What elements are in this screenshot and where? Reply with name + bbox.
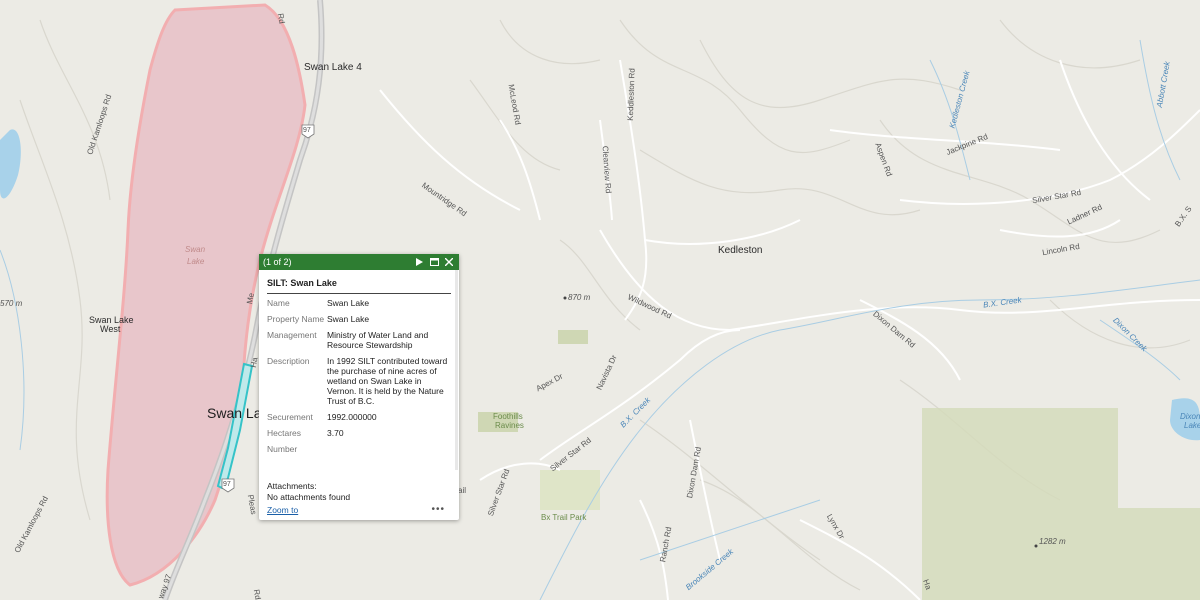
label-foothills-2: Ravines [495,421,524,430]
attribute-value: In 1992 SILT contributed toward the purc… [327,356,448,406]
popup-scrollbar[interactable] [455,270,458,470]
label-rd-top: Rd [275,12,287,25]
attribute-label: Hectares [267,428,302,438]
attachments-section: Attachments: No attachments found [267,481,350,503]
attribute-label: Name [267,298,290,308]
attribute-value: 3.70 [327,428,344,438]
attribute-row: Description In 1992 SILT contributed towa… [267,356,451,406]
label-ha-fragment: Ha [248,356,260,369]
attribute-row: Securement 1992.000000 [267,412,451,422]
label-elev-870: 870 m [568,293,591,302]
popup-title: SILT: Swan Lake [267,278,451,294]
popup-attributes: Name Swan Lake Property Name Swan Lake Manag… [267,298,451,454]
label-swan-lake-big: Swan La [207,405,262,421]
label-elev-1282: 1282 m [1039,537,1066,546]
label-me-fragment: Me [245,292,256,305]
attribute-value [327,444,451,454]
label-elev-570: 570 m [0,299,23,308]
attribute-label: Number [267,444,298,454]
lake-name-2: Lake [187,257,205,266]
attribute-label: Management [267,330,317,340]
attribute-label: Description [267,356,310,366]
label-swan-lake-west-2: West [100,324,121,334]
popup-counter: (1 of 2) [263,257,292,267]
label-bx-trail-park: Bx Trail Park [541,513,587,522]
attribute-row: Management Ministry of Water Land and Res… [267,330,451,350]
more-actions-icon[interactable]: ••• [431,504,445,515]
label-trail-fragment: ail [458,486,467,495]
label-rd-bottom: Rd [251,588,263,600]
next-feature-icon[interactable] [413,256,425,268]
label-foothills-1: Foothills [493,412,523,421]
lake-name-1: Swan [185,245,206,254]
close-icon[interactable] [443,256,455,268]
attribute-row: Hectares 3.70 [267,428,451,438]
dock-icon[interactable] [428,256,440,268]
label-dixon-lake-1: Dixon [1180,412,1200,421]
park-area-2 [1118,508,1200,600]
park-small [558,330,588,344]
label-swan-lake-4: Swan Lake 4 [304,62,362,73]
label-dixon-lake-2: Lake [1184,421,1200,430]
park-area [922,408,1118,600]
attribute-value: 1992.000000 [327,412,377,422]
attribute-value: Ministry of Water Land and Resource Stew… [327,330,429,350]
attribute-value: Swan Lake [327,298,370,308]
attribute-label: Securement [267,412,313,422]
attribute-value: Swan Lake [327,314,370,324]
label-kedleston: Kedleston [718,245,763,256]
attribute-row: Name Swan Lake [267,298,451,308]
attribute-row: Number [267,444,451,454]
attribute-row: Property Name Swan Lake [267,314,451,324]
shield-97-bottom-label: 97 [223,481,231,488]
attachments-value: No attachments found [267,492,351,502]
park-bx [540,470,600,510]
attachments-label: Attachments: [267,481,317,491]
label-keddleston-rd: Keddleston Rd [625,68,637,121]
shield-97-top-label: 97 [303,127,311,134]
popup-header: (1 of 2) [259,254,459,270]
attribute-label: Property Name [267,314,325,324]
zoom-to-link[interactable]: Zoom to [267,505,298,515]
feature-popup[interactable]: (1 of 2) SILT: Swan Lake Name Swan Lake Pr… [259,254,459,520]
